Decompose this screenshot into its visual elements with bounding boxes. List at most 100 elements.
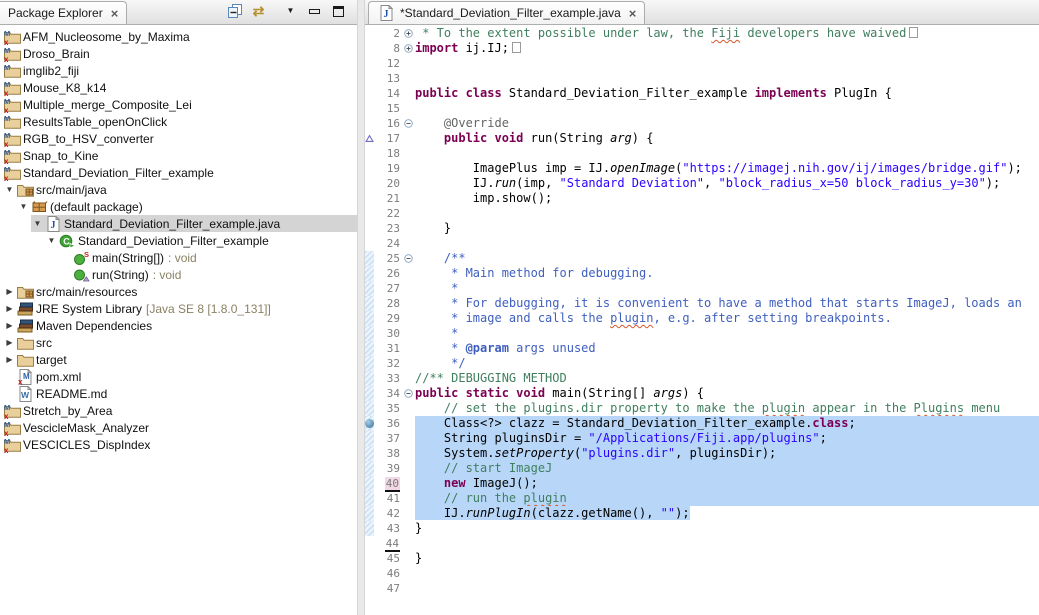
collapse-all-icon[interactable] [226, 3, 243, 19]
tree-item-standard-deviation-filter-example-java[interactable]: ▼ J Standard_Deviation_Filter_example.java [0, 215, 357, 232]
tree-item-rgb-to-hsv-converter[interactable]: Mx RGB_to_HSV_converter [0, 130, 357, 147]
tree-item-maven-dependencies[interactable]: ▶ Maven Dependencies [0, 317, 357, 334]
code-text: String pluginsDir = "/Applications/Fiji.… [415, 431, 1039, 446]
fold-plus-icon[interactable] [402, 41, 415, 56]
tree-item-jre-system-library[interactable]: ▶ JRE System Library [Java SE 8 [1.8.0_131… [0, 300, 357, 317]
code-line-47[interactable]: 47 [365, 581, 1039, 596]
tree-item-src[interactable]: ▶ src [0, 334, 357, 351]
tree-item-standard-deviation-filter-example[interactable]: ▼ C Standard_Deviation_Filter_example [0, 232, 357, 249]
tree-item-src-main-resources[interactable]: ▶ src/main/resources [0, 283, 357, 300]
close-icon[interactable]: × [629, 7, 637, 20]
minimize-icon[interactable] [306, 3, 323, 19]
code-line-2[interactable]: 2 * To the extent possible under law, th… [365, 26, 1039, 41]
fold-column [402, 506, 415, 521]
tree-collapsed-arrow-icon[interactable]: ▶ [3, 355, 16, 364]
svg-text:M: M [4, 131, 10, 140]
code-line-30[interactable]: 30 * [365, 326, 1039, 341]
code-line-25[interactable]: 25 /** [365, 251, 1039, 266]
code-line-39[interactable]: 39 // start ImageJ [365, 461, 1039, 476]
tree-item-main-string[interactable]: Smain(String[]): void [0, 249, 357, 266]
code-line-32[interactable]: 32 */ [365, 356, 1039, 371]
tree-item-resultstable-openonclick[interactable]: M ResultsTable_openOnClick [0, 113, 357, 130]
tree-item-vescicles-dispindex[interactable]: Mx VESCICLES_DispIndex [0, 436, 357, 453]
code-line-40[interactable]: 40 new ImageJ(); [365, 476, 1039, 492]
tree-item-readme-md[interactable]: W README.md [0, 385, 357, 402]
tree-item-src-main-java[interactable]: ▼ src/main/java [0, 181, 357, 198]
fold-minus-icon[interactable] [402, 386, 415, 401]
code-line-8[interactable]: 8 import ij.IJ; [365, 41, 1039, 56]
code-line-20[interactable]: 20 IJ.run(imp, "Standard Deviation", "bl… [365, 176, 1039, 191]
tab-package-explorer[interactable]: Package Explorer × [0, 1, 128, 24]
code-line-35[interactable]: 35 // set the plugins.dir property to ma… [365, 401, 1039, 416]
code-line-26[interactable]: 26 * Main method for debugging. [365, 266, 1039, 281]
tree-expanded-arrow-icon[interactable]: ▼ [45, 236, 58, 245]
vertical-ruler [365, 506, 374, 521]
tree-collapsed-arrow-icon[interactable]: ▶ [3, 287, 16, 296]
fold-column [402, 551, 415, 566]
tree-item-standard-deviation-filter-example[interactable]: Mx Standard_Deviation_Filter_example [0, 164, 357, 181]
code-line-41[interactable]: 41 // run the plugin [365, 491, 1039, 506]
code-line-46[interactable]: 46 [365, 566, 1039, 581]
code-line-38[interactable]: 38 System.setProperty("plugins.dir", plu… [365, 446, 1039, 461]
tree-collapsed-arrow-icon[interactable]: ▶ [3, 304, 16, 313]
tree-item-imglib2-fiji[interactable]: Mimglib2_fiji [0, 62, 357, 79]
maximize-icon[interactable] [330, 3, 347, 19]
library-icon [16, 318, 34, 334]
code-line-14[interactable]: 14 public class Standard_Deviation_Filter… [365, 86, 1039, 101]
code-line-27[interactable]: 27 * [365, 281, 1039, 296]
code-line-22[interactable]: 22 [365, 206, 1039, 221]
line-number: 37 [386, 432, 400, 445]
code-line-18[interactable]: 18 [365, 146, 1039, 161]
folded-region-box-icon[interactable] [909, 27, 919, 38]
code-line-45[interactable]: 45} [365, 551, 1039, 566]
tree-item-stretch-by-area[interactable]: Mx Stretch_by_Area [0, 402, 357, 419]
code-line-36[interactable]: 36 Class<?> clazz = Standard_Deviation_F… [365, 416, 1039, 431]
link-with-editor-icon[interactable]: ⇄ [250, 3, 267, 19]
tree-item-droso-brain[interactable]: Mx Droso_Brain [0, 45, 357, 62]
breakpoint-marker-icon[interactable] [365, 416, 374, 431]
code-line-15[interactable]: 15 [365, 101, 1039, 116]
editor-code-area[interactable]: 2 * To the extent possible under law, th… [365, 25, 1039, 615]
fold-minus-icon[interactable] [402, 116, 415, 131]
tree-item-vesciclemask-analyzer[interactable]: Mx VescicleMask_Analyzer [0, 419, 357, 436]
view-menu-icon[interactable]: ▼ [282, 3, 299, 19]
tree-item-snap-to-kine[interactable]: Mx Snap_to_Kine [0, 147, 357, 164]
fold-minus-icon[interactable] [402, 251, 415, 266]
code-line-34[interactable]: 34 public static void main(String[] args)… [365, 386, 1039, 401]
tree-expanded-arrow-icon[interactable]: ▼ [3, 185, 16, 194]
tree-collapsed-arrow-icon[interactable]: ▶ [3, 321, 16, 330]
code-line-43[interactable]: 43} [365, 521, 1039, 536]
tree-item-pom-xml[interactable]: Mx pom.xml [0, 368, 357, 385]
close-icon[interactable]: × [111, 7, 119, 20]
tree-item-default-package[interactable]: ▼ (default package) [0, 198, 357, 215]
tree-item-afm-nucleosome-by-maxima[interactable]: Mx AFM_Nucleosome_by_Maxima [0, 28, 357, 45]
tree-collapsed-arrow-icon[interactable]: ▶ [3, 338, 16, 347]
code-line-17[interactable]: 17 public void run(String arg) { [365, 131, 1039, 146]
code-line-21[interactable]: 21 imp.show(); [365, 191, 1039, 206]
tab-editor-java-file[interactable]: J *Standard_Deviation_Filter_example.jav… [368, 1, 646, 24]
tree-item-target[interactable]: ▶ target [0, 351, 357, 368]
code-line-13[interactable]: 13 [365, 71, 1039, 86]
sash-divider[interactable] [357, 0, 365, 615]
code-line-19[interactable]: 19 ImagePlus imp = IJ.openImage("https:/… [365, 161, 1039, 176]
code-line-42[interactable]: 42 IJ.runPlugIn(clazz.getName(), ""); [365, 506, 1039, 521]
code-line-28[interactable]: 28 * For debugging, it is convenient to … [365, 296, 1039, 311]
code-line-16[interactable]: 16 @Override [365, 116, 1039, 131]
tree-item-multiple-merge-composite-lei[interactable]: Mx Multiple_merge_Composite_Lei [0, 96, 357, 113]
tree-expanded-arrow-icon[interactable]: ▼ [31, 219, 44, 228]
code-line-12[interactable]: 12 [365, 56, 1039, 71]
code-line-31[interactable]: 31 * @param args unused [365, 341, 1039, 356]
code-line-24[interactable]: 24 [365, 236, 1039, 251]
tree-item-run-string[interactable]: run(String): void [0, 266, 357, 283]
tree-item-mouse-k8-k14[interactable]: Mx Mouse_K8_k14 [0, 79, 357, 96]
code-line-33[interactable]: 33 //** DEBUGGING METHOD [365, 371, 1039, 386]
folded-region-box-icon[interactable] [511, 42, 521, 53]
override-marker-icon[interactable] [365, 131, 374, 146]
code-line-37[interactable]: 37 String pluginsDir = "/Applications/Fi… [365, 431, 1039, 446]
fold-plus-icon[interactable] [402, 26, 415, 41]
tree-expanded-arrow-icon[interactable]: ▼ [17, 202, 30, 211]
code-line-23[interactable]: 23 } [365, 221, 1039, 236]
code-line-29[interactable]: 29 * image and calls the plugin, e.g. af… [365, 311, 1039, 326]
code-line-44[interactable]: 44 [365, 536, 1039, 552]
